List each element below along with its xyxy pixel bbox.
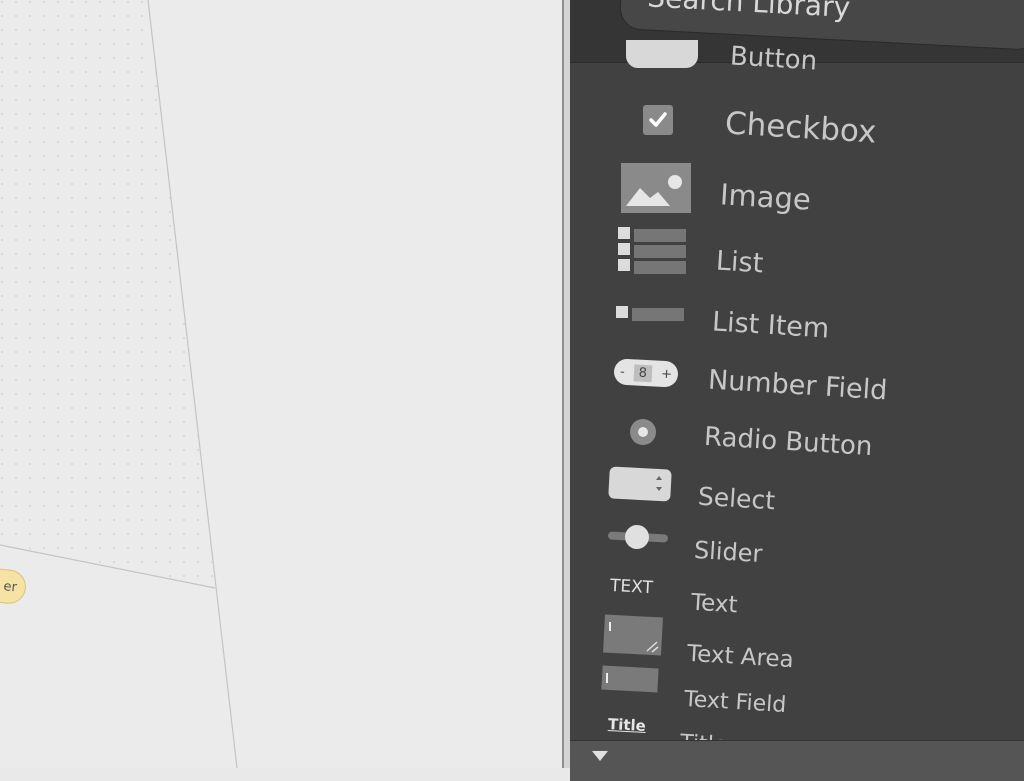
library-item-label: Slider bbox=[693, 535, 764, 569]
text-area-icon bbox=[603, 614, 663, 656]
number-field-icon: - 8 + bbox=[613, 358, 679, 388]
library-item-label: Number Field bbox=[707, 364, 889, 407]
library-item-label: Radio Button bbox=[703, 421, 874, 463]
library-footer bbox=[570, 740, 1024, 781]
library-item-slider[interactable]: Slider bbox=[570, 522, 1024, 572]
radio-button-icon bbox=[630, 419, 656, 445]
number-field-value: 8 bbox=[633, 363, 653, 382]
library-item-label: Select bbox=[697, 481, 776, 516]
library-item-label: Button bbox=[729, 41, 818, 77]
library-item-text-area[interactable]: Text Area bbox=[570, 614, 1024, 673]
library-item-list-item[interactable]: List Item bbox=[570, 300, 1024, 350]
decrement-glyph: - bbox=[619, 364, 626, 380]
text-field-icon bbox=[601, 665, 659, 693]
library-item-label: List bbox=[715, 245, 765, 280]
library-item-radio-button[interactable]: Radio Button bbox=[570, 415, 1024, 465]
button-icon bbox=[626, 40, 698, 68]
library-item-text-field[interactable]: Text Field bbox=[570, 664, 1024, 718]
library-item-image[interactable]: Image bbox=[570, 160, 1024, 217]
collapse-arrow-icon[interactable] bbox=[592, 751, 608, 761]
library-item-list[interactable]: List bbox=[570, 225, 1024, 279]
library-item-select[interactable]: Select bbox=[570, 466, 1024, 516]
library-item-button[interactable]: Button bbox=[570, 40, 1024, 90]
library-item-label: Checkbox bbox=[724, 105, 878, 151]
increment-glyph: + bbox=[660, 366, 673, 382]
library-item-label: Image bbox=[719, 177, 812, 217]
list-icon bbox=[618, 227, 686, 274]
title-icon: Title bbox=[607, 715, 647, 735]
component-library-panel: Search Library Button Checkbox Image Lis… bbox=[570, 0, 1024, 781]
library-item-checkbox[interactable]: Checkbox bbox=[570, 100, 1024, 151]
slider-icon bbox=[608, 525, 668, 549]
checkbox-icon bbox=[643, 105, 673, 135]
library-item-label: List Item bbox=[711, 306, 831, 345]
image-icon bbox=[621, 163, 691, 213]
library-item-number-field[interactable]: - 8 + Number Field bbox=[570, 358, 1024, 408]
select-icon bbox=[608, 466, 672, 502]
text-icon: TEXT bbox=[609, 575, 654, 599]
list-item-icon bbox=[616, 306, 684, 321]
